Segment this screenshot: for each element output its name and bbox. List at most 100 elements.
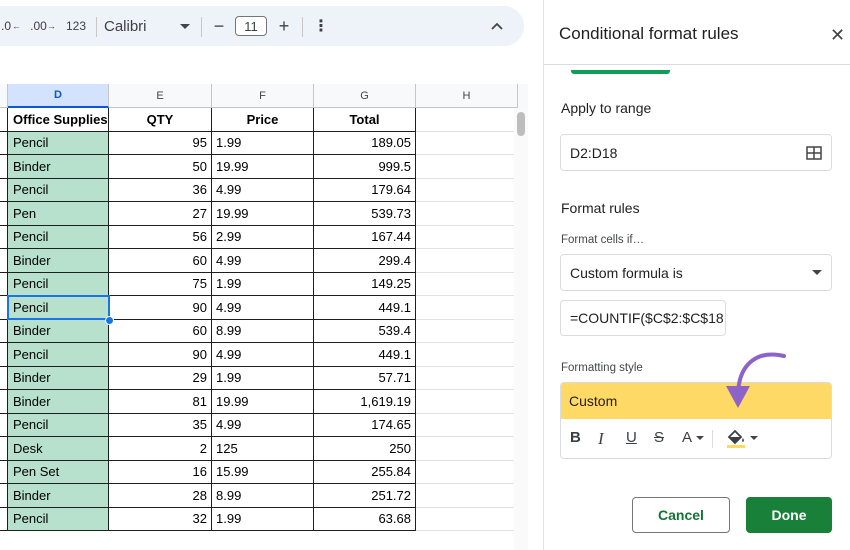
column-header-e[interactable]: E [109,84,212,108]
cell-f[interactable]: 4.99 [212,296,314,320]
cell-d[interactable]: Pencil [8,225,109,249]
cell-f[interactable]: 1.99 [212,507,314,531]
cell-e[interactable]: 56 [109,225,212,249]
text-color-button[interactable]: A [682,429,705,446]
cell-e[interactable]: 36 [109,178,212,202]
cell-f[interactable]: 19.99 [212,155,314,179]
cell-h[interactable] [416,296,518,320]
cell-f[interactable]: 8.99 [212,319,314,343]
cell-f[interactable]: 125 [212,437,314,461]
cell-h[interactable] [416,272,518,296]
cell-e[interactable]: 32 [109,507,212,531]
range-input[interactable]: D2:D18 [560,134,832,171]
cell-c[interactable] [0,155,8,179]
column-header-g[interactable]: G [314,84,416,108]
cell-f[interactable]: 4.99 [212,413,314,437]
cancel-button[interactable]: Cancel [632,497,730,533]
cell-h[interactable] [416,437,518,461]
cell-f[interactable]: 8.99 [212,484,314,508]
cell-h[interactable] [416,108,518,132]
cell-f[interactable]: 15.99 [212,460,314,484]
cell-c[interactable] [0,484,8,508]
cell-h[interactable] [416,319,518,343]
cell-f[interactable]: 19.99 [212,202,314,226]
header-cell-f[interactable]: Price [212,108,314,132]
column-header-h[interactable]: H [416,84,518,108]
font-family-select[interactable]: Calibri [104,6,190,46]
cell-e[interactable]: 29 [109,366,212,390]
cell-e[interactable]: 90 [109,296,212,320]
cell-h[interactable] [416,225,518,249]
cell-c[interactable] [0,225,8,249]
cell-g[interactable]: 250 [314,437,416,461]
increase-decimal-button[interactable]: .00 → [30,6,56,46]
cell-h[interactable] [416,366,518,390]
cell-h[interactable] [416,484,518,508]
cell-g[interactable]: 179.64 [314,178,416,202]
cell-g[interactable]: 167.44 [314,225,416,249]
cell-g[interactable]: 251.72 [314,484,416,508]
cell-c[interactable] [0,131,8,155]
header-cell-d[interactable]: Office Supplies [8,108,109,132]
cell-f[interactable]: 1.99 [212,131,314,155]
cell-e[interactable]: 60 [109,319,212,343]
cell-d[interactable]: Pencil [8,296,109,320]
number-format-button[interactable]: 123 [62,6,90,46]
cell-f[interactable]: 2.99 [212,225,314,249]
cell-d[interactable]: Binder [8,484,109,508]
cell-e[interactable]: 60 [109,249,212,273]
increase-font-size-button[interactable]: + [274,6,294,46]
cell-d[interactable]: Binder [8,390,109,414]
fill-handle[interactable] [105,315,114,325]
scrollbar-thumb[interactable] [517,112,525,136]
cell-f[interactable]: 4.99 [212,249,314,273]
cell-g[interactable]: 255.84 [314,460,416,484]
cell-c[interactable] [0,202,8,226]
cell-d[interactable]: Pencil [8,507,109,531]
cell-c[interactable] [0,249,8,273]
spreadsheet-grid[interactable]: D E F G H Office Supplies QTY Price Total Pe… [0,84,528,550]
italic-button[interactable]: I [598,429,604,449]
cell-e[interactable]: 27 [109,202,212,226]
cell-g[interactable]: 1,619.19 [314,390,416,414]
header-cell-e[interactable]: QTY [109,108,212,132]
cell-c[interactable] [0,343,8,367]
cell-d[interactable]: Pen Set [8,460,109,484]
underline-button[interactable]: U [626,429,637,446]
cell-e[interactable]: 81 [109,390,212,414]
cell-g[interactable]: 299.4 [314,249,416,273]
cell-d[interactable]: Binder [8,366,109,390]
cell-g[interactable]: 539.4 [314,319,416,343]
cell-h[interactable] [416,343,518,367]
decrease-decimal-button[interactable]: .0 ← [0,6,22,46]
condition-dropdown[interactable]: Custom formula is [560,254,832,291]
cell-g[interactable]: 539.73 [314,202,416,226]
cell-c[interactable] [0,460,8,484]
cell-g[interactable]: 189.05 [314,131,416,155]
cell-h[interactable] [416,178,518,202]
column-header-d[interactable]: D [8,84,109,108]
cell-h[interactable] [416,202,518,226]
column-header-c[interactable] [0,84,8,108]
cell-d[interactable]: Binder [8,155,109,179]
cell-e[interactable]: 75 [109,272,212,296]
fill-color-button[interactable] [725,427,758,449]
cell-h[interactable] [416,131,518,155]
cell-d[interactable]: Pencil [8,178,109,202]
cell-g[interactable]: 174.65 [314,413,416,437]
cell-h[interactable] [416,413,518,437]
cell-e[interactable]: 28 [109,484,212,508]
cell-e[interactable]: 16 [109,460,212,484]
custom-formula-input[interactable]: =COUNTIF($C$2:$C$18 [560,300,726,336]
cell-c[interactable] [0,272,8,296]
cell-f[interactable]: 1.99 [212,366,314,390]
cell-c[interactable] [0,390,8,414]
vertical-scrollbar[interactable] [514,108,528,550]
cell-c[interactable] [0,178,8,202]
cell-h[interactable] [416,155,518,179]
cell-c[interactable] [0,413,8,437]
cell-e[interactable]: 90 [109,343,212,367]
strikethrough-button[interactable]: S [654,429,664,446]
cell-d[interactable]: Desk [8,437,109,461]
cell-g[interactable]: 449.1 [314,296,416,320]
